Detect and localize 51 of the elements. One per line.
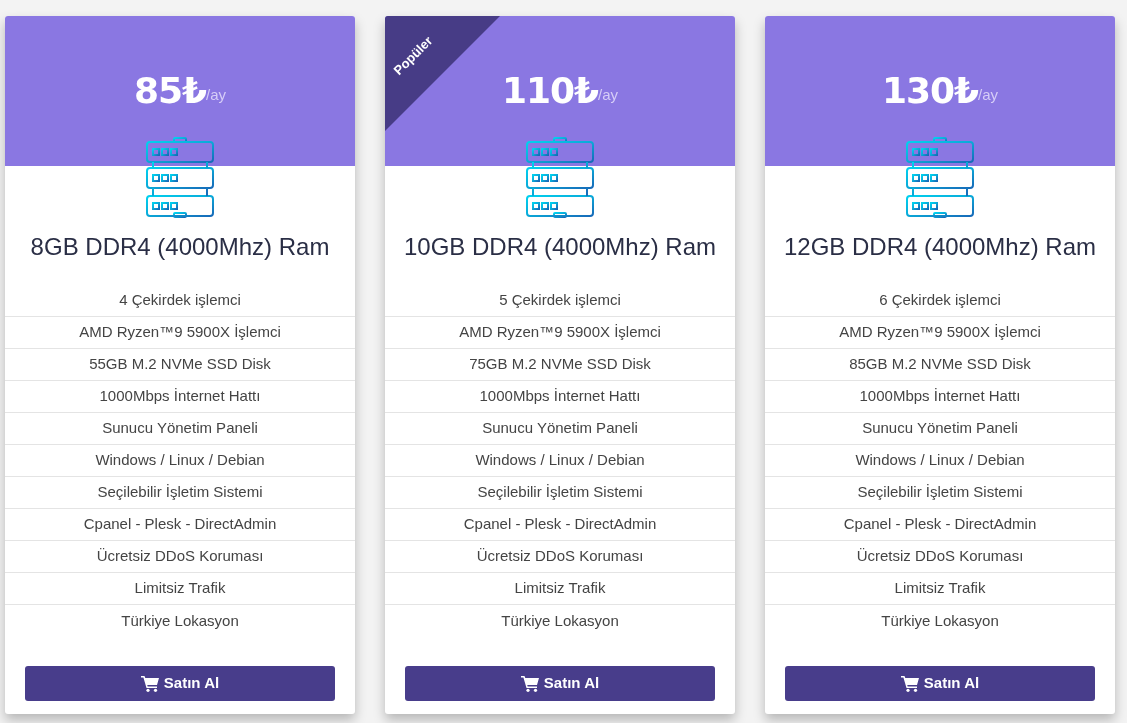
feature-item: Sunucu Yönetim Paneli — [765, 413, 1115, 445]
price: 85₺ — [133, 69, 207, 113]
feature-item: AMD Ryzen™9 5900X İşlemci — [5, 317, 355, 349]
server-icon — [905, 137, 975, 219]
feature-item: Cpanel - Plesk - DirectAdmin — [5, 509, 355, 541]
feature-item: Seçilebilir İşletim Sistemi — [765, 477, 1115, 509]
feature-item: Seçilebilir İşletim Sistemi — [5, 477, 355, 509]
buy-button[interactable]: Satın Al — [25, 666, 335, 701]
feature-item: AMD Ryzen™9 5900X İşlemci — [765, 317, 1115, 349]
feature-item: Türkiye Lokasyon — [120, 610, 240, 631]
feature-item: Cpanel - Plesk - DirectAdmin — [765, 509, 1115, 541]
server-icon — [145, 137, 215, 219]
feature-item: Cpanel - Plesk - DirectAdmin — [385, 509, 735, 541]
feature-item: Ücretsiz DDoS Koruması — [5, 541, 355, 573]
price: 130₺ — [881, 69, 979, 113]
price-period: /ay — [978, 86, 999, 103]
feature-item: Limitsiz Trafik — [385, 573, 735, 605]
feature-item: 6 Çekirdek işlemci — [765, 285, 1115, 317]
feature-item: 5 Çekirdek işlemci — [385, 285, 735, 317]
feature-item: 75GB M.2 NVMe SSD Disk — [385, 349, 735, 381]
feature-item: Türkiye Lokasyon — [500, 610, 620, 631]
buy-button[interactable]: Satın Al — [405, 666, 715, 701]
feature-item: Windows / Linux / Debian — [385, 445, 735, 477]
feature-item: 4 Çekirdek işlemci — [5, 285, 355, 317]
feature-item: 55GB M.2 NVMe SSD Disk — [5, 349, 355, 381]
feature-item: 1000Mbps İnternet Hattı — [385, 381, 735, 413]
feature-item: 1000Mbps İnternet Hattı — [765, 381, 1115, 413]
feature-item: Seçilebilir İşletim Sistemi — [385, 477, 735, 509]
feature-item: 85GB M.2 NVMe SSD Disk — [765, 349, 1115, 381]
feature-item: 1000Mbps İnternet Hattı — [5, 381, 355, 413]
feature-item: Ücretsiz DDoS Koruması — [385, 541, 735, 573]
feature-item: Sunucu Yönetim Paneli — [5, 413, 355, 445]
buy-button[interactable]: Satın Al — [785, 666, 1095, 701]
feature-item: Türkiye Lokasyon — [880, 610, 1000, 631]
feature-item: Sunucu Yönetim Paneli — [385, 413, 735, 445]
price: 110₺ — [501, 69, 599, 113]
price-period: /ay — [206, 86, 227, 103]
price-period: /ay — [598, 86, 619, 103]
server-icon — [525, 137, 595, 219]
plan-title: 10GB DDR4 (4000Mhz) Ram — [402, 232, 718, 262]
feature-item: Windows / Linux / Debian — [5, 445, 355, 477]
cart-icon — [140, 675, 159, 692]
feature-item: Ücretsiz DDoS Koruması — [765, 541, 1115, 573]
cart-icon — [520, 675, 539, 692]
feature-item: AMD Ryzen™9 5900X İşlemci — [385, 317, 735, 349]
feature-item: Limitsiz Trafik — [5, 573, 355, 605]
feature-item: Windows / Linux / Debian — [765, 445, 1115, 477]
plan-title: 8GB DDR4 (4000Mhz) Ram — [29, 232, 331, 262]
feature-item: Limitsiz Trafik — [765, 573, 1115, 605]
plan-title: 12GB DDR4 (4000Mhz) Ram — [782, 232, 1098, 262]
cart-icon — [900, 675, 919, 692]
